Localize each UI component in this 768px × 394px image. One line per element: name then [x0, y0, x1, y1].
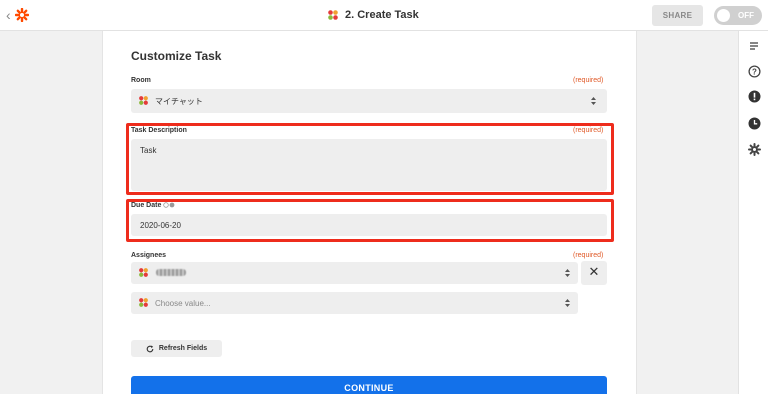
assignee-select[interactable] — [131, 262, 578, 284]
chatwork-app-icon — [139, 96, 148, 105]
chatwork-app-icon — [139, 268, 148, 277]
top-bar: ‹ 2. Create Task SHARE OFF — [0, 0, 768, 31]
highlight-box-due-date — [126, 199, 614, 242]
help-icon[interactable]: ? — [746, 63, 762, 79]
zap-on-off-toggle[interactable]: OFF — [714, 6, 762, 25]
room-select[interactable]: マイチャット — [131, 89, 607, 113]
refresh-fields-label: Refresh Fields — [158, 345, 208, 352]
highlight-box-task-description — [126, 123, 614, 195]
chatwork-app-icon — [328, 10, 338, 20]
chatwork-app-icon — [139, 298, 148, 307]
room-label: Room — [131, 77, 151, 84]
refresh-fields-button[interactable]: Refresh Fields — [131, 340, 222, 357]
assignee-placeholder: Choose value... — [155, 299, 211, 308]
section-title: Customize Task — [131, 49, 222, 63]
zapier-logo-icon[interactable] — [15, 8, 29, 22]
room-value: マイチャット — [155, 97, 203, 106]
back-arrow-icon[interactable]: ‹ — [6, 7, 11, 23]
assignees-required-note: (required) — [573, 252, 604, 259]
blurred-assignee-name — [156, 269, 186, 276]
continue-button[interactable]: CONTINUE — [131, 376, 607, 394]
history-icon[interactable] — [746, 115, 762, 131]
customize-task-card: Customize Task Room (required) マイチャット Ta… — [102, 31, 637, 394]
select-arrows-icon — [565, 299, 570, 307]
refresh-icon — [146, 344, 154, 352]
select-arrows-icon — [565, 269, 570, 277]
step-title: 2. Create Task — [345, 9, 419, 21]
toggle-label: OFF — [738, 11, 754, 20]
toggle-knob — [717, 9, 730, 22]
remove-assignee-button[interactable]: ✕ — [581, 261, 607, 285]
details-icon[interactable] — [746, 38, 762, 54]
assignees-label: Assignees — [131, 252, 167, 259]
assignee-add-select[interactable]: Choose value... — [131, 292, 578, 314]
right-rail: ? — [738, 31, 768, 394]
alert-icon[interactable] — [746, 88, 762, 104]
settings-icon[interactable] — [746, 141, 762, 157]
room-required-note: (required) — [573, 77, 604, 84]
select-arrows-icon — [591, 97, 596, 105]
svg-text:?: ? — [752, 67, 757, 76]
share-button[interactable]: SHARE — [652, 5, 703, 26]
step-heading: 2. Create Task — [327, 8, 419, 22]
